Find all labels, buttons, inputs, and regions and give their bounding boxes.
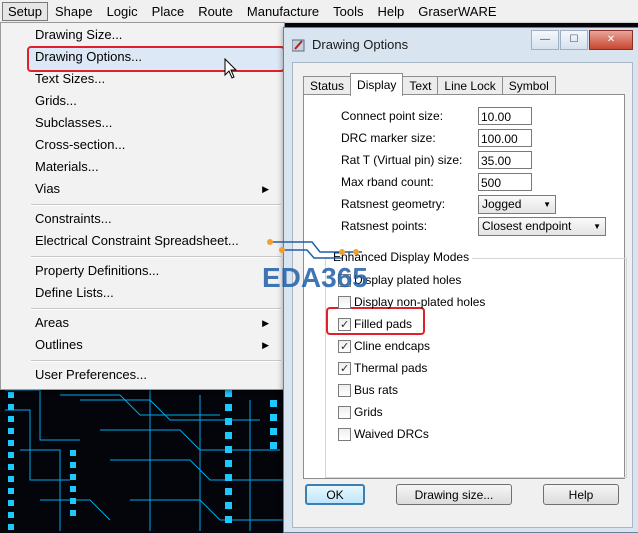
tab-line-lock[interactable]: Line Lock xyxy=(437,76,503,95)
help-button[interactable]: Help xyxy=(543,484,619,505)
ratsnest-points-select[interactable]: Closest endpoint ▼ xyxy=(478,217,606,236)
app-icon xyxy=(292,39,305,52)
menu-item-subclasses[interactable]: Subclasses... xyxy=(35,113,275,133)
tab-text[interactable]: Text xyxy=(402,76,439,95)
menu-item-grids[interactable]: Grids... xyxy=(35,91,275,111)
drawing-size-button[interactable]: Drawing size... xyxy=(396,484,512,505)
max-rband-count-label: Max rband count: xyxy=(341,175,434,189)
menu-bar: Setup Shape Logic Place Route Manufactur… xyxy=(0,0,638,23)
checkbox-label: Filled pads xyxy=(354,317,413,331)
maximize-button[interactable]: ☐ xyxy=(560,30,588,50)
close-button[interactable]: ✕ xyxy=(589,30,633,50)
watermark-circuit-icon xyxy=(267,239,362,259)
mouse-cursor-icon xyxy=(224,58,238,79)
checkbox-box[interactable] xyxy=(338,360,351,378)
ratsnest-geometry-value: Jogged xyxy=(482,197,522,211)
chevron-down-icon: ▼ xyxy=(543,200,551,209)
checkbox-label: Display non-plated holes xyxy=(354,295,486,309)
menu-item-materials[interactable]: Materials... xyxy=(35,157,275,177)
checkbox-box[interactable] xyxy=(338,406,351,419)
tab-symbol[interactable]: Symbol xyxy=(501,76,556,95)
dialog-title: Drawing Options xyxy=(312,37,409,52)
checkbox-box[interactable] xyxy=(338,338,351,356)
menu-help[interactable]: Help xyxy=(371,2,412,21)
menu-item-user-preferences[interactable]: User Preferences... xyxy=(35,365,275,385)
menu-item-define-lists[interactable]: Define Lists... xyxy=(35,283,275,303)
tab-strip: Status Display Text Line Lock Symbol xyxy=(303,73,556,96)
rat-t-size-label: Rat T (Virtual pin) size: xyxy=(341,153,463,167)
checkbox-label: Thermal pads xyxy=(354,361,428,375)
submenu-arrow-icon: ▶ xyxy=(262,318,269,328)
dialog-titlebar[interactable]: Drawing Options — ☐ ✕ xyxy=(284,28,638,60)
submenu-arrow-icon: ▶ xyxy=(262,184,269,194)
setup-dropdown-menu: Drawing Size... Drawing Options... Text … xyxy=(0,22,285,390)
max-rband-count-input[interactable]: 500 xyxy=(478,173,532,191)
menu-separator xyxy=(31,204,281,206)
checkbox-box[interactable] xyxy=(338,316,351,334)
menu-graserware[interactable]: GraserWARE xyxy=(411,2,503,21)
menu-item-drawing-options[interactable]: Drawing Options... xyxy=(35,47,275,67)
menu-item-vias[interactable]: Vias ▶ xyxy=(35,179,275,199)
checkbox-box[interactable] xyxy=(338,428,351,441)
menu-place[interactable]: Place xyxy=(145,2,192,21)
checkbox-label: Bus rats xyxy=(354,383,399,397)
ratsnest-geometry-select[interactable]: Jogged ▼ xyxy=(478,195,556,214)
menu-item-outlines[interactable]: Outlines ▶ xyxy=(35,335,275,355)
drc-marker-size-label: DRC marker size: xyxy=(341,131,436,145)
menu-item-areas-label: Areas xyxy=(35,315,69,330)
tab-display[interactable]: Display xyxy=(350,73,404,96)
watermark-logo: EDA365 xyxy=(262,262,368,293)
tab-status[interactable]: Status xyxy=(303,76,352,95)
checkbox-label: Display plated holes xyxy=(354,273,462,287)
menu-item-constraints[interactable]: Constraints... xyxy=(35,209,275,229)
minimize-button[interactable]: — xyxy=(531,30,559,50)
connect-point-size-label: Connect point size: xyxy=(341,109,444,123)
ok-button[interactable]: OK xyxy=(305,484,365,505)
drc-marker-size-input[interactable]: 100.00 xyxy=(478,129,532,147)
menu-setup[interactable]: Setup xyxy=(2,1,48,21)
ratsnest-points-value: Closest endpoint xyxy=(482,219,572,233)
menu-separator xyxy=(31,308,281,310)
menu-route[interactable]: Route xyxy=(191,2,240,21)
menu-item-cross-section[interactable]: Cross-section... xyxy=(35,135,275,155)
ratsnest-geometry-label: Ratsnest geometry: xyxy=(341,197,446,211)
connect-point-size-input[interactable]: 10.00 xyxy=(478,107,532,125)
checkbox-box[interactable] xyxy=(338,384,351,397)
menu-logic[interactable]: Logic xyxy=(100,2,145,21)
checkbox-label: Waived DRCs xyxy=(354,427,429,441)
menu-separator xyxy=(31,360,281,362)
menu-item-text-sizes[interactable]: Text Sizes... xyxy=(35,69,275,89)
checkbox-box[interactable] xyxy=(338,296,351,309)
menu-tools[interactable]: Tools xyxy=(326,2,370,21)
checkbox-label: Cline endcaps xyxy=(354,339,431,353)
menu-manufacture[interactable]: Manufacture xyxy=(240,2,326,21)
menu-separator xyxy=(31,256,281,258)
menu-item-areas[interactable]: Areas ▶ xyxy=(35,313,275,333)
dialog-client-area: Status Display Text Line Lock Symbol Con… xyxy=(292,62,633,528)
rat-t-size-input[interactable]: 35.00 xyxy=(478,151,532,169)
submenu-arrow-icon: ▶ xyxy=(262,340,269,350)
menu-item-drawing-size[interactable]: Drawing Size... xyxy=(35,25,275,45)
menu-shape[interactable]: Shape xyxy=(48,2,100,21)
menu-item-property-definitions[interactable]: Property Definitions... xyxy=(35,261,275,281)
menu-item-outlines-label: Outlines xyxy=(35,337,83,352)
chevron-down-icon: ▼ xyxy=(593,222,601,231)
checkbox-label: Grids xyxy=(354,405,383,419)
window-controls: — ☐ ✕ xyxy=(530,30,633,50)
menu-item-electrical-constraint-spreadsheet[interactable]: Electrical Constraint Spreadsheet... xyxy=(35,231,275,251)
menu-item-vias-label: Vias xyxy=(35,181,61,196)
